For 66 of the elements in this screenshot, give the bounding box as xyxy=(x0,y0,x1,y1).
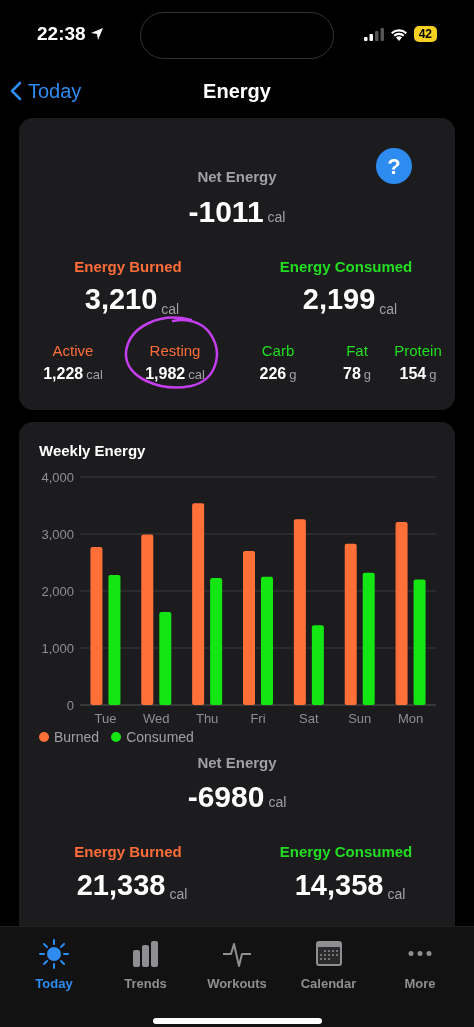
unit-label: g xyxy=(363,366,371,384)
unit-label: cal xyxy=(267,207,286,227)
bar-chart-icon xyxy=(130,939,161,969)
status-time: 22:38 xyxy=(37,21,86,46)
total-label: Energy Burned xyxy=(74,256,182,277)
more-icon xyxy=(407,950,433,957)
axis-tick-label: Tue xyxy=(94,710,117,726)
signal-icon xyxy=(363,27,384,41)
axis-tick-label: 0 xyxy=(66,697,74,713)
unit-label: cal xyxy=(161,299,180,319)
tab-bar-item[interactable]: Calendar xyxy=(288,939,369,994)
stat-value: 78 xyxy=(343,364,361,384)
stat-value: 1,982 xyxy=(145,364,186,384)
help-button[interactable]: ? xyxy=(376,148,412,184)
axis-tick-label: Wed xyxy=(143,710,170,726)
unit-label: cal xyxy=(379,299,398,319)
unit-label: cal xyxy=(387,885,406,904)
axis-tick-label: 4,000 xyxy=(41,469,74,485)
calendar-icon xyxy=(313,939,344,969)
wifi-icon xyxy=(389,27,408,41)
stat-value: 1,228 xyxy=(43,364,84,384)
battery-level: 42 xyxy=(413,26,437,42)
legend-label: Consumed xyxy=(126,727,194,747)
stat-label: Protein xyxy=(394,340,442,361)
net-energy-label: Net Energy xyxy=(197,752,277,773)
axis-tick-label: Mon xyxy=(397,710,424,726)
unit-label: g xyxy=(289,366,297,384)
tab-bar-item[interactable]: Workouts xyxy=(197,939,277,994)
unit-label: cal xyxy=(268,793,287,812)
location-arrow-icon xyxy=(89,27,104,41)
net-energy-value: -6980 xyxy=(187,779,265,815)
axis-tick-label: Thu xyxy=(195,710,219,726)
total-label: Energy Consumed xyxy=(279,842,413,862)
legend-label: Burned xyxy=(54,727,100,747)
chevron-left-icon xyxy=(10,81,22,101)
stat-label: Resting xyxy=(149,340,201,361)
stat-value: 154 xyxy=(399,364,427,384)
tab-bar-item[interactable]: More xyxy=(380,939,460,994)
total-value: 14,358 xyxy=(294,867,384,903)
stat-label: Fat xyxy=(346,340,368,361)
axis-tick-label: 2,000 xyxy=(41,583,74,599)
total-value: 3,210 xyxy=(84,282,158,317)
total-value: 21,338 xyxy=(76,867,166,903)
net-energy-value: -1011 xyxy=(188,193,264,230)
tab-bar-item[interactable]: Today xyxy=(14,939,94,994)
stat-value: 226 xyxy=(259,364,287,384)
net-energy-label: Net Energy xyxy=(197,167,277,187)
tab-bar-item[interactable]: Trends xyxy=(105,939,186,994)
axis-tick-label: Fri xyxy=(250,710,266,726)
back-button[interactable]: Today xyxy=(10,76,82,106)
unit-label: cal xyxy=(169,885,188,904)
stat-label: Active xyxy=(52,340,94,361)
total-value: 2,199 xyxy=(302,282,376,317)
page-title: Energy xyxy=(203,79,271,104)
total-label: Energy Consumed xyxy=(279,256,413,277)
sun-icon xyxy=(39,939,69,969)
axis-tick-label: 3,000 xyxy=(41,526,74,542)
chart-title: Weekly Energy xyxy=(38,441,147,461)
unit-label: g xyxy=(429,366,437,384)
axis-tick-label: Sat xyxy=(299,710,319,726)
stat-label: Carb xyxy=(261,340,295,361)
unit-label: cal xyxy=(188,366,205,384)
total-label: Energy Burned xyxy=(74,842,182,862)
unit-label: cal xyxy=(86,366,103,384)
axis-tick-label: Sun xyxy=(348,710,372,726)
axis-tick-label: 1,000 xyxy=(41,640,74,656)
